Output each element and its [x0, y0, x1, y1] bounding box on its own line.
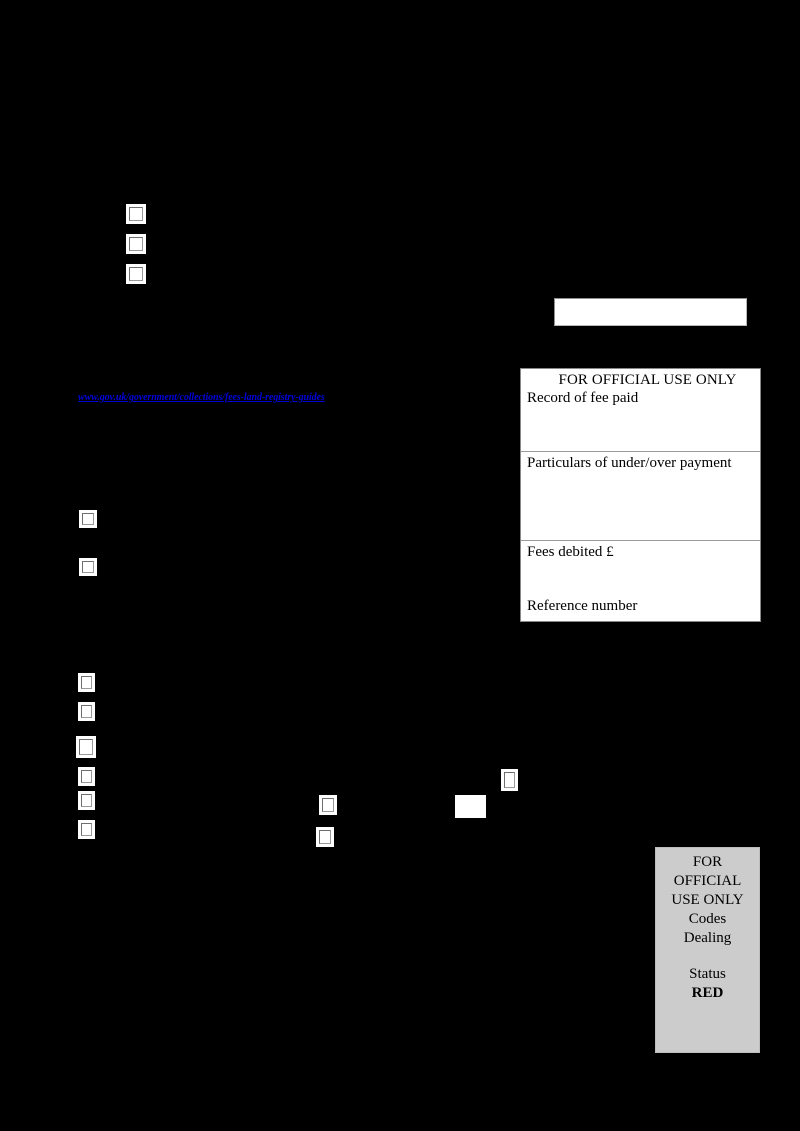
- body-text-public-inspection: The Land Registration Rules 2003 require…: [56, 990, 400, 1001]
- codes-box-status-value: RED: [691, 985, 724, 1001]
- checkbox-label-credit-account: credit account, under an authority given…: [154, 267, 392, 281]
- checkbox-inline-option-a[interactable]: [319, 795, 337, 815]
- checkbox-label-direct-debit: direct debit, under an authority given b…: [154, 237, 379, 251]
- panel-1-label: 1 Administrative area and postcode if kn…: [56, 128, 272, 142]
- body-text-address-for-service: Each proprietor may give up to three add…: [56, 880, 610, 891]
- checkbox-credit-account[interactable]: [126, 264, 146, 284]
- official-use-label-fees-debited: Fees debited £: [527, 544, 614, 560]
- inline-value-field[interactable]: [455, 795, 486, 818]
- checkbox-box-icon: [81, 794, 92, 807]
- codes-official-use-box: FOR OFFICIAL USE ONLY Codes Dealing Stat…: [655, 847, 760, 1053]
- body-text-place-x: Place 'X' in the appropriate box.: [56, 920, 185, 931]
- official-use-section-fee-paid: FOR OFFICIAL USE ONLY Record of fee paid: [521, 369, 760, 452]
- intro-text: If you need more room than is provided f…: [56, 92, 747, 118]
- checkbox-box-icon: [81, 770, 92, 783]
- official-use-section-under-over-payment: Particulars of under/over payment: [521, 452, 760, 541]
- form-page: HM Land Registry Application to change t…: [0, 0, 800, 1131]
- checkbox-box-icon: [504, 772, 515, 788]
- checkbox-box-icon: [79, 739, 93, 755]
- checkbox-option-1[interactable]: [78, 673, 95, 692]
- official-use-section-fees-debited: Fees debited £ Reference number: [521, 541, 760, 621]
- official-use-heading: FOR OFFICIAL USE ONLY: [558, 372, 737, 388]
- checkbox-option-6[interactable]: [78, 820, 95, 839]
- checkbox-label-applicant-direct: The applicant is lodging this applicatio…: [104, 560, 281, 572]
- codes-box-status-label: Status: [689, 966, 726, 982]
- checkbox-option-3[interactable]: [76, 736, 96, 758]
- checkbox-applicant-is-conveyancer[interactable]: [79, 510, 97, 528]
- checkbox-box-icon: [319, 830, 331, 844]
- checkbox-label-cheque-or-postal-order: cheque or postal order, amount £: [154, 207, 312, 221]
- fee-guidance-text: A fee is payable for this application. F…: [56, 344, 457, 368]
- checkbox-label-option-2: Charge: [104, 705, 136, 717]
- checkbox-label-option-1: Transfer: [104, 676, 141, 688]
- checkbox-option-2[interactable]: [78, 702, 95, 721]
- checkbox-option-5[interactable]: [78, 791, 95, 810]
- codes-box-heading-line-3: USE ONLY: [671, 892, 744, 908]
- checkbox-label-inline-option-a: Yes: [344, 798, 361, 810]
- checkbox-box-icon: [81, 705, 92, 718]
- official-use-label-particulars: Particulars of under/over payment: [527, 455, 732, 471]
- checkbox-group-lower-heading: The applicant intends to apply for the f…: [56, 648, 267, 660]
- checkbox-label-option-3: Discharge: [104, 740, 149, 752]
- form-ref: AP1: [700, 30, 741, 55]
- official-use-box: FOR OFFICIAL USE ONLY Record of fee paid…: [520, 368, 761, 622]
- panel-2-label: 2 Title number(s) of the property: [56, 160, 214, 174]
- official-use-label-record-of-fee-paid: Record of fee paid: [527, 390, 639, 406]
- checkbox-option-4[interactable]: [78, 767, 95, 786]
- checkbox-box-icon: [81, 676, 92, 689]
- body-text-email: If you supply an e-mail address we may u…: [56, 608, 394, 619]
- codes-box-dealing-label: Dealing: [683, 930, 732, 946]
- checkbox-inline-option-b[interactable]: [316, 827, 334, 847]
- checkbox-applicant-direct[interactable]: [79, 558, 97, 576]
- checkbox-group-top-heading: Are you paying the appropriate fee?: [56, 186, 229, 200]
- checkbox-label-inline-option-b: No: [344, 830, 358, 842]
- checkbox-cheque-or-postal-order[interactable]: [126, 204, 146, 224]
- codes-box-codes-label: Codes: [688, 911, 727, 927]
- fees-guidance-link[interactable]: www.gov.uk/government/collections/fees-l…: [78, 392, 325, 403]
- checkbox-box-icon: [129, 207, 143, 221]
- footer-copyright: © Crown copyright: [56, 1090, 127, 1100]
- checkbox-label-option-4: Lease: [104, 770, 130, 782]
- body-text-conveyancer: Conveyancer is a term used in this form …: [56, 452, 488, 476]
- codes-box-spacer: [656, 948, 759, 965]
- codes-box-heading-line-1: FOR: [692, 854, 723, 870]
- codes-box-heading-line-2: OFFICIAL: [673, 873, 742, 889]
- checkbox-box-icon: [82, 561, 94, 573]
- form-title: Application to change the register: [56, 53, 345, 75]
- checkbox-box-icon: [322, 798, 334, 812]
- registry-name: HM Land Registry: [56, 28, 185, 47]
- checkbox-inline-option-c[interactable]: [501, 769, 518, 791]
- checkbox-label-applicant-is-conveyancer: I am/we are lodging this application on …: [104, 512, 378, 524]
- checkbox-box-icon: [82, 513, 94, 525]
- checkbox-direct-debit[interactable]: [126, 234, 146, 254]
- checkbox-box-icon: [81, 823, 92, 836]
- official-use-label-reference-number: Reference number: [527, 598, 638, 614]
- checkbox-box-icon: [129, 267, 143, 281]
- checkbox-box-icon: [129, 237, 143, 251]
- amount-field[interactable]: [554, 298, 747, 326]
